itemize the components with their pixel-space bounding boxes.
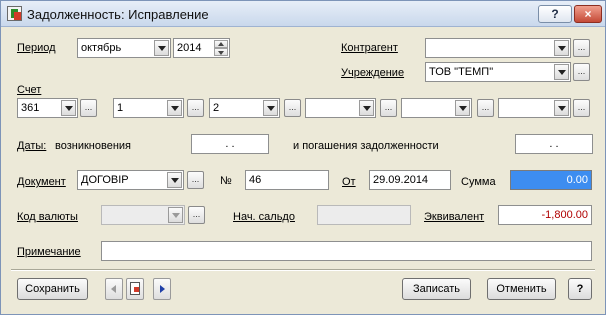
currency-code-select[interactable] xyxy=(101,205,185,225)
document-date-value: 29.09.2014 xyxy=(373,174,429,186)
chevron-down-icon[interactable] xyxy=(554,64,569,80)
repay-date-label: и погашения задолженности xyxy=(293,140,439,152)
document-icon[interactable] xyxy=(126,278,144,300)
divider xyxy=(11,269,595,271)
title-bar: Задолженность: Исправление ? × xyxy=(1,1,605,27)
document-type-lookup-button[interactable]: ... xyxy=(187,171,204,189)
document-number-value: 46 xyxy=(249,174,262,186)
period-year-value: 2014 xyxy=(177,42,202,54)
account-segment-5-lookup-button[interactable]: ... xyxy=(477,99,494,117)
note-input[interactable] xyxy=(101,241,592,261)
institution-select[interactable]: ТОВ "ТЕМП" xyxy=(425,62,571,82)
account-segment-4-lookup-button[interactable]: ... xyxy=(380,99,397,117)
document-date-input[interactable]: 29.09.2014 xyxy=(369,170,451,190)
spin-down-icon[interactable] xyxy=(214,48,228,56)
account-label: Счет xyxy=(17,84,42,96)
origin-date-value: . . xyxy=(225,138,235,150)
record-button[interactable]: Записать xyxy=(402,278,471,300)
counterparty-label: Контрагент xyxy=(341,42,398,54)
dialog-window: Задолженность: Исправление ? × Период ок… xyxy=(0,0,606,315)
account-segment-3-lookup-button[interactable]: ... xyxy=(284,99,301,117)
account-segment-1-select[interactable]: 361 xyxy=(17,98,78,118)
repay-date-value: . . xyxy=(549,138,559,150)
chevron-down-icon[interactable] xyxy=(167,172,182,188)
account-segment-5-select[interactable] xyxy=(401,98,472,118)
sum-input[interactable]: 0.00 xyxy=(510,170,592,190)
sum-label: Сумма xyxy=(461,176,496,188)
period-label: Период xyxy=(17,42,56,54)
document-type-value: ДОГОВІР xyxy=(81,174,129,186)
period-month-select[interactable]: октябрь xyxy=(77,38,171,58)
counterparty-lookup-button[interactable]: ... xyxy=(573,39,590,57)
currency-code-lookup-button[interactable]: ... xyxy=(188,206,205,224)
account-segment-4-select[interactable] xyxy=(305,98,376,118)
chevron-down-icon[interactable] xyxy=(455,100,470,116)
start-balance-input[interactable] xyxy=(317,205,411,225)
chevron-down-icon[interactable] xyxy=(167,100,182,116)
account-segment-2-select[interactable]: 1 xyxy=(113,98,184,118)
account-segment-1-value: 361 xyxy=(21,102,40,114)
prev-record-icon[interactable] xyxy=(105,278,123,300)
equivalent-input[interactable]: -1,800.00 xyxy=(498,205,592,225)
counterparty-select[interactable] xyxy=(425,38,571,58)
account-segment-2-lookup-button[interactable]: ... xyxy=(187,99,204,117)
chevron-down-icon[interactable] xyxy=(554,100,569,116)
close-button[interactable]: × xyxy=(574,5,602,23)
origin-date-input[interactable]: . . xyxy=(191,134,269,154)
spin-up-icon[interactable] xyxy=(214,40,228,48)
window-title: Задолженность: Исправление xyxy=(27,7,209,22)
repay-date-input[interactable]: . . xyxy=(515,134,593,154)
title-help-button[interactable]: ? xyxy=(538,5,572,23)
dates-label: Даты: xyxy=(17,140,47,152)
app-icon xyxy=(7,6,22,21)
document-type-select[interactable]: ДОГОВІР xyxy=(77,170,184,190)
currency-code-label: Код валюты xyxy=(17,211,78,223)
document-number-label: № xyxy=(220,175,232,187)
chevron-down-icon[interactable] xyxy=(168,207,183,223)
equivalent-label: Эквивалент xyxy=(424,211,485,223)
account-segment-6-lookup-button[interactable]: ... xyxy=(573,99,590,117)
document-label: Документ xyxy=(17,176,66,188)
account-segment-6-select[interactable] xyxy=(498,98,571,118)
institution-value: ТОВ "ТЕМП" xyxy=(429,66,494,78)
origin-date-label: возникновения xyxy=(55,140,131,152)
cancel-button[interactable]: Отменить xyxy=(487,278,556,300)
next-record-icon[interactable] xyxy=(153,278,171,300)
document-date-label: От xyxy=(342,176,356,188)
help-button[interactable]: ? xyxy=(568,278,592,300)
account-segment-3-value: 2 xyxy=(213,102,220,114)
document-glyph-icon xyxy=(130,282,140,295)
save-button[interactable]: Сохранить xyxy=(17,278,88,300)
period-month-value: октябрь xyxy=(81,42,122,54)
account-segment-1-lookup-button[interactable]: ... xyxy=(80,99,97,117)
account-segment-2-value: 1 xyxy=(117,102,124,114)
start-balance-label: Нач. сальдо xyxy=(233,211,295,223)
chevron-down-icon[interactable] xyxy=(554,40,569,56)
chevron-down-icon[interactable] xyxy=(154,40,169,56)
sum-value: 0.00 xyxy=(566,174,588,186)
institution-label: Учреждение xyxy=(341,67,405,79)
account-segment-3-select[interactable]: 2 xyxy=(209,98,280,118)
equivalent-value: -1,800.00 xyxy=(541,209,588,221)
chevron-down-icon[interactable] xyxy=(263,100,278,116)
period-year-spinner[interactable]: 2014 xyxy=(173,38,230,58)
chevron-down-icon[interactable] xyxy=(359,100,374,116)
institution-lookup-button[interactable]: ... xyxy=(573,63,590,81)
note-label: Примечание xyxy=(17,246,81,258)
chevron-down-icon[interactable] xyxy=(61,100,76,116)
document-number-input[interactable]: 46 xyxy=(245,170,329,190)
